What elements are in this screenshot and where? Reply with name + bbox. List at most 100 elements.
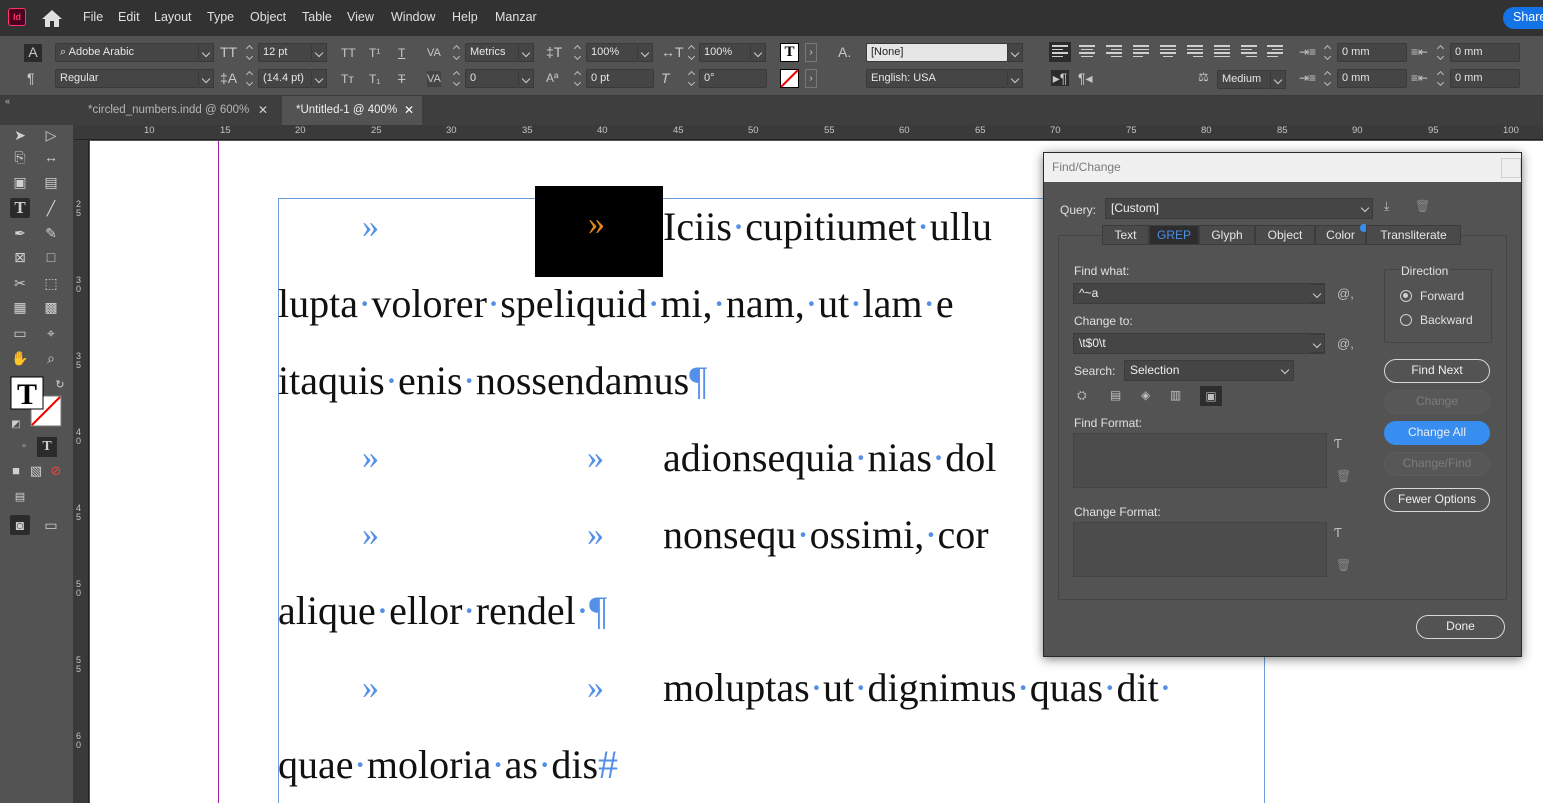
pen-tool-icon[interactable]: ✒ (10, 223, 30, 243)
font-size-stepper[interactable] (245, 43, 255, 62)
hyphenation-dropdown[interactable] (1271, 70, 1286, 89)
delete-query-icon[interactable]: 🗑 (1415, 199, 1430, 213)
tracking-field[interactable]: 0 (465, 69, 519, 88)
language-field[interactable]: English: USA (866, 69, 1008, 88)
last-line-indent-field[interactable]: 0 mm (1450, 69, 1520, 88)
clear-find-format-icon[interactable]: 🗑 (1336, 469, 1351, 483)
tab-circled-numbers-close-icon[interactable]: ✕ (258, 96, 268, 125)
hand-tool-icon[interactable]: ✋ (10, 348, 30, 368)
tab-untitled-1[interactable]: *Untitled-1 @ 400% (282, 96, 422, 125)
text-line-1[interactable]: Iciis·cupitiumet·ullu (663, 203, 992, 250)
align-towards-spine-icon[interactable] (1241, 45, 1257, 59)
note-tool-icon[interactable]: ▭ (10, 323, 30, 343)
query-dropdown-chevron-icon[interactable] (1358, 199, 1373, 218)
apply-gradient-icon[interactable]: ▧ (26, 461, 46, 481)
vertical-scale-stepper[interactable] (573, 43, 583, 62)
character-style-field[interactable]: [None] (866, 43, 1008, 62)
vertical-ruler[interactable]: 25 30 35 40 45 50 55 60 (74, 140, 89, 803)
text-line-7[interactable]: moluptas·ut·dignimus·quas·dit· (663, 664, 1172, 711)
dialog-titlebar[interactable]: Find/Change (1044, 153, 1521, 182)
change-find-button[interactable]: Change/Find (1384, 452, 1490, 476)
eyedropper-tool-icon[interactable]: ⌖ (41, 323, 61, 343)
content-collector-tool-icon[interactable]: ▣ (10, 172, 30, 192)
last-line-indent-stepper[interactable] (1436, 69, 1446, 88)
text-line-6[interactable]: alique·ellor·rendel·¶ (278, 587, 607, 634)
normal-view-mode-icon[interactable]: ◙ (10, 515, 30, 535)
search-scope-chevron-icon[interactable] (1278, 361, 1293, 380)
text-line-2[interactable]: lupta·volorer·speliquid·mi,·nam,·ut·lam·… (278, 280, 954, 327)
hyphenation-field[interactable]: Medium (1217, 70, 1271, 89)
formatting-text-icon[interactable]: T (37, 437, 57, 457)
menu-type[interactable]: Type (207, 10, 234, 24)
save-query-icon[interactable]: ⤓ (1384, 199, 1389, 214)
specify-find-format-icon[interactable]: Ƭ (1334, 436, 1342, 451)
align-right-icon[interactable] (1106, 45, 1122, 59)
menu-object[interactable]: Object (250, 10, 286, 24)
stroke-none-icon[interactable] (780, 69, 799, 88)
align-left-icon[interactable] (1049, 42, 1071, 62)
subscript-icon[interactable]: T₁ (369, 71, 380, 87)
character-mode-icon[interactable]: A (24, 44, 42, 62)
menu-window[interactable]: Window (391, 10, 435, 24)
swap-fill-stroke-icon[interactable]: ↻ (50, 375, 70, 395)
tab-object[interactable]: Object (1255, 225, 1315, 245)
change-all-button[interactable]: Change All (1384, 421, 1490, 445)
include-master-pages-icon[interactable]: ▥ (1170, 388, 1181, 402)
collapse-panels-icon[interactable]: « (5, 96, 10, 106)
strikethrough-icon[interactable]: T (398, 71, 405, 87)
tracking-stepper[interactable] (452, 69, 462, 88)
baseline-shift-stepper[interactable] (573, 69, 583, 88)
tab-grep[interactable]: GREP (1149, 225, 1199, 245)
justify-all-icon[interactable] (1214, 45, 1230, 59)
include-locked-layers-icon[interactable]: ⛭ (1077, 388, 1087, 403)
align-center-icon[interactable] (1079, 45, 1095, 59)
first-line-indent-field[interactable]: 0 mm (1337, 69, 1407, 88)
find-next-button[interactable]: Find Next (1384, 359, 1490, 383)
direct-selection-tool-icon[interactable]: ▷ (41, 125, 61, 145)
kerning-dropdown[interactable] (519, 43, 534, 62)
apply-none-icon[interactable]: ⊘ (46, 461, 66, 481)
pencil-tool-icon[interactable]: ✎ (41, 223, 61, 243)
menu-view[interactable]: View (347, 10, 374, 24)
specify-change-format-icon[interactable]: Ƭ (1334, 525, 1342, 540)
character-style-dropdown[interactable] (1008, 43, 1023, 62)
rectangle-frame-tool-icon[interactable]: ⊠ (10, 247, 30, 267)
query-select[interactable]: [Custom] (1105, 198, 1373, 219)
share-button[interactable]: Share (1503, 7, 1543, 29)
stroke-menu-arrow-icon[interactable]: › (805, 69, 817, 88)
right-indent-field[interactable]: 0 mm (1450, 43, 1520, 62)
default-fill-stroke-icon[interactable]: ◩ (6, 415, 26, 435)
all-caps-icon[interactable]: TT (341, 45, 356, 61)
menu-help[interactable]: Help (452, 10, 478, 24)
left-to-right-paragraph-icon[interactable]: ▸¶ (1051, 70, 1069, 86)
find-format-box[interactable] (1073, 433, 1327, 488)
tab-text[interactable]: Text (1102, 225, 1149, 245)
forward-radio[interactable] (1400, 290, 1412, 302)
justify-left-icon[interactable] (1133, 45, 1149, 59)
tab-transliterate[interactable]: Transliterate (1366, 225, 1461, 245)
text-line-3[interactable]: itaquis·enis·nossendamus¶ (278, 357, 707, 404)
fill-menu-arrow-icon[interactable]: › (805, 43, 817, 62)
kerning-field[interactable]: Metrics (465, 43, 519, 62)
include-footnotes-icon[interactable]: ▣ (1200, 386, 1222, 406)
text-line-8[interactable]: quae·moloria·as·dis# (278, 741, 618, 788)
zoom-tool-icon[interactable]: ⌕ (41, 348, 61, 368)
edit-in-mode-icon[interactable]: ▤ (10, 487, 30, 507)
font-size-field[interactable]: 12 pt (258, 43, 312, 62)
justify-center-icon[interactable] (1160, 45, 1176, 59)
page-tool-icon[interactable]: ⎘ (10, 147, 30, 167)
include-hidden-layers-icon[interactable]: ◈ (1141, 388, 1150, 402)
selection-tool-icon[interactable]: ➤ (10, 125, 30, 145)
skew-field[interactable]: 0° (699, 69, 767, 88)
font-style-dropdown[interactable] (199, 69, 214, 88)
left-indent-stepper[interactable] (1323, 43, 1333, 62)
horizontal-ruler[interactable]: 10 15 20 25 30 35 40 45 50 55 60 65 70 7… (74, 125, 1543, 140)
font-size-dropdown[interactable] (312, 43, 327, 62)
leading-field[interactable]: (14.4 pt) (258, 69, 312, 88)
gap-tool-icon[interactable]: ↔ (41, 147, 61, 167)
tab-glyph[interactable]: Glyph (1199, 225, 1255, 245)
content-placer-tool-icon[interactable]: ▤ (41, 172, 61, 192)
small-caps-icon[interactable]: Tᴛ (341, 71, 354, 87)
menu-manzar[interactable]: Manzar (495, 10, 537, 24)
vertical-scale-dropdown[interactable] (638, 43, 653, 62)
